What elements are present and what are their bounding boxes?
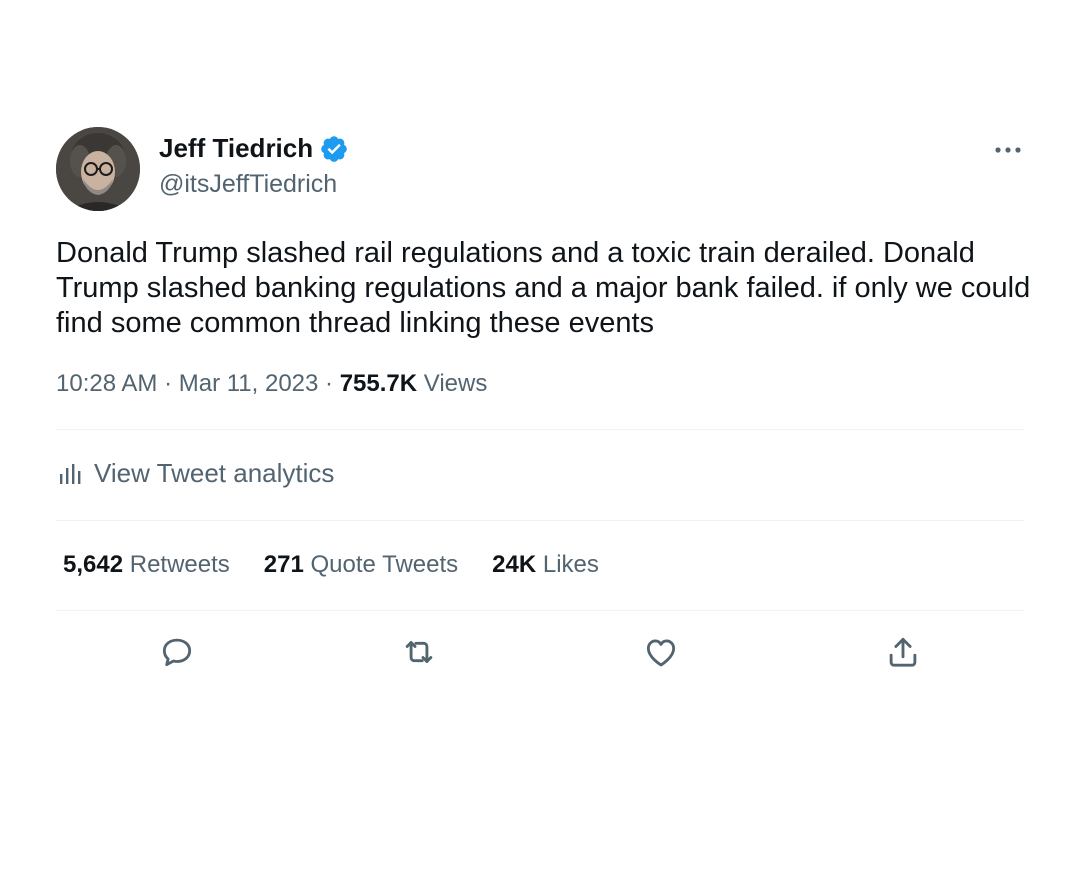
verified-badge-icon: [319, 134, 349, 164]
retweets-count: 5,642: [63, 551, 124, 578]
avatar[interactable]: [56, 127, 140, 211]
display-name-text: Jeff Tiedrich: [159, 133, 314, 163]
tweet-time[interactable]: 10:28 AM: [56, 370, 157, 397]
views-label: Views: [423, 370, 488, 397]
retweets-label: Retweets: [129, 551, 230, 578]
quote-tweets-count: 271: [263, 551, 304, 578]
bar-chart-icon: [60, 463, 81, 484]
tweet-card: Jeff Tiedrich @itsJeffTiedrich Donald Tr…: [0, 0, 1080, 881]
quote-tweets-label: Quote Tweets: [310, 551, 459, 578]
reply-icon[interactable]: [158, 633, 196, 671]
likes-stat[interactable]: 24K Likes: [492, 551, 599, 579]
share-icon[interactable]: [884, 633, 922, 671]
retweet-icon[interactable]: [400, 633, 438, 671]
likes-count: 24K: [492, 551, 537, 578]
avatar-image: [56, 127, 140, 211]
user-handle[interactable]: @itsJeffTiedrich: [159, 170, 337, 199]
divider: [56, 429, 1024, 430]
views-count: 755.7K: [339, 370, 418, 397]
separator: ·: [318, 370, 340, 397]
separator: ·: [157, 370, 179, 397]
divider: [56, 520, 1024, 521]
like-icon[interactable]: [642, 633, 680, 671]
tweet-meta: 10:28 AM · Mar 11, 2023 · 755.7K Views: [56, 370, 487, 398]
retweets-stat[interactable]: 5,642 Retweets: [63, 551, 230, 579]
quote-tweets-stat[interactable]: 271 Quote Tweets: [264, 551, 458, 579]
tweet-date[interactable]: Mar 11, 2023: [179, 370, 319, 397]
tweet-stats: 5,642 Retweets 271 Quote Tweets 24K Like…: [63, 551, 633, 579]
divider: [56, 610, 1024, 611]
view-analytics-link[interactable]: View Tweet analytics: [58, 458, 334, 489]
display-name[interactable]: Jeff Tiedrich: [159, 133, 349, 164]
likes-label: Likes: [542, 551, 599, 578]
analytics-label: View Tweet analytics: [94, 458, 335, 488]
tweet-text: Donald Trump slashed rail regulations an…: [56, 237, 1031, 339]
more-options-icon[interactable]: [990, 138, 1030, 162]
